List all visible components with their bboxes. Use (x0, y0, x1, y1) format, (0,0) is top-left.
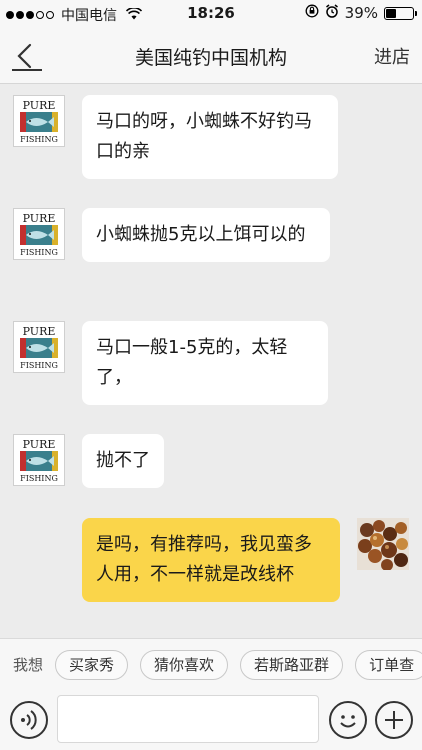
alarm-icon (325, 4, 339, 22)
logo-text-bottom: FISHING (20, 135, 58, 144)
plus-icon (385, 711, 403, 729)
logo-text-top: PURE (23, 438, 56, 451)
more-button[interactable] (375, 701, 413, 739)
input-bar (0, 690, 422, 750)
status-right: 39% (305, 4, 417, 22)
message-bubble[interactable]: 马口的呀，小蜘蛛不好钓马口的亲 (82, 95, 338, 179)
battery-percent: 39% (344, 4, 378, 22)
my-avatar[interactable] (357, 518, 409, 570)
logo-text-bottom: FISHING (20, 248, 58, 257)
emoji-button[interactable] (329, 701, 367, 739)
message-bubble[interactable]: 小蜘蛛抛5克以上饵可以的 (82, 208, 330, 262)
logo-text-top: PURE (23, 325, 56, 338)
page-title: 美国纯钓中国机构 (134, 47, 287, 69)
shop-avatar[interactable]: PURE FISHING (13, 95, 65, 147)
quick-reply-bar: 我想 买家秀 猜你喜欢 若斯路亚群 订单查 (0, 638, 422, 690)
nav-bar: 美国纯钓中国机构 进店 (0, 28, 422, 84)
status-bar: 中国电信 18:26 39% (0, 0, 422, 28)
message-bubble[interactable]: 抛不了 (82, 434, 164, 488)
quick-bar-label: 我想 (13, 656, 44, 674)
chip-guess-you-like[interactable]: 猜你喜欢 (140, 649, 229, 680)
logo-text-top: PURE (23, 212, 56, 225)
pure-fishing-logo: PURE FISHING (14, 96, 64, 146)
battery-level (386, 8, 397, 18)
orientation-lock-icon (305, 4, 319, 22)
voice-button[interactable] (10, 701, 48, 739)
pure-fishing-logo: PURE FISHING (14, 209, 64, 259)
shop-avatar[interactable]: PURE FISHING (13, 321, 65, 373)
pure-fishing-logo: PURE FISHING (14, 322, 64, 372)
chip-buyer-show[interactable]: 买家秀 (55, 649, 129, 680)
shop-avatar[interactable]: PURE FISHING (13, 208, 65, 260)
my-message-bubble[interactable]: 是吗，有推荐吗，我见蛮多人用，不一样就是改线杯 (82, 518, 340, 602)
message-bubble[interactable]: 马口一般1-5克的，太轻了， (82, 321, 328, 405)
smiley-icon (340, 715, 356, 728)
logo-text-top: PURE (23, 99, 56, 112)
enter-shop-button[interactable]: 进店 (374, 43, 410, 69)
shop-avatar[interactable]: PURE FISHING (13, 434, 65, 486)
chip-order-lookup[interactable]: 订单查 (355, 649, 422, 680)
pure-fishing-logo: PURE FISHING (14, 435, 64, 485)
logo-text-bottom: FISHING (20, 361, 58, 370)
battery-icon (384, 6, 417, 20)
logo-text-bottom: FISHING (20, 474, 58, 483)
chip-group[interactable]: 若斯路亚群 (240, 649, 344, 680)
chat-area[interactable]: PURE FISHING 马口的呀，小蜘蛛不好钓马口的亲 PURE FISHING … (0, 85, 422, 638)
voice-icon (21, 710, 37, 730)
message-input[interactable] (57, 695, 319, 743)
beads-photo (357, 518, 409, 570)
